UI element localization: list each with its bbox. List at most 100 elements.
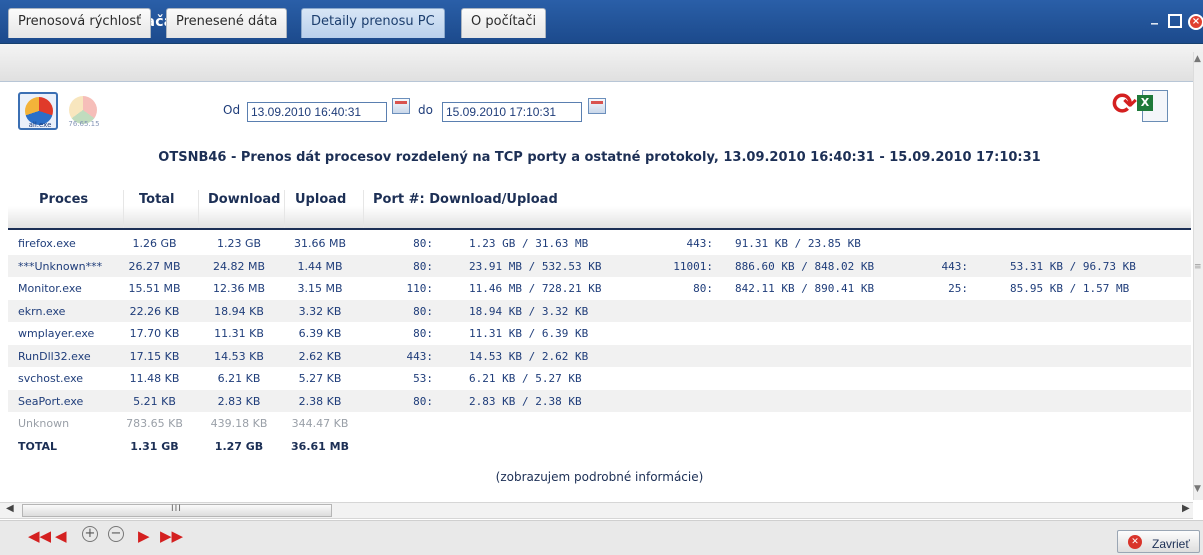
port-number: 25: xyxy=(948,282,968,295)
total-cell: 1.31 GB xyxy=(130,439,179,453)
process-name: wmplayer.exe xyxy=(18,327,95,340)
column-header-upload: Upload xyxy=(295,192,347,207)
upload-cell: 1.44 MB xyxy=(297,259,343,273)
calendar-icon[interactable] xyxy=(392,98,410,114)
report-title: OTSNB46 - Prenos dát procesov rozdelený … xyxy=(158,150,1041,165)
table-row[interactable]: ***Unknown*** 26.27 MB 24.82 MB 1.44 MB 80: 2… xyxy=(8,254,1191,277)
scroll-left-icon[interactable]: ◀ xyxy=(6,503,14,514)
minimize-button[interactable]: _ xyxy=(1151,10,1158,24)
column-header-total: Total xyxy=(139,192,175,207)
port-transfer-value: 886.60 KB / 848.02 KB xyxy=(735,259,875,273)
next-arrow-icon[interactable]: ▶ xyxy=(138,526,150,546)
port-transfer-value: 842.11 KB / 890.41 KB xyxy=(735,282,875,295)
table-row[interactable]: Monitor.exe 15.51 MB 12.36 MB 3.15 MB 110: 11… xyxy=(8,277,1191,299)
download-cell: 24.82 MB xyxy=(212,259,266,273)
upload-cell: 31.66 MB xyxy=(293,237,347,250)
status-note: (zobrazujem podrobné informácie) xyxy=(495,470,704,484)
maximize-button[interactable] xyxy=(1168,14,1182,28)
port-number: 80: xyxy=(413,327,433,340)
close-icon: ✕ xyxy=(1128,535,1142,549)
close-window-button[interactable]: × xyxy=(1188,14,1203,30)
process-name: RunDll32.exe xyxy=(18,349,91,363)
process-name: firefox.exe xyxy=(18,237,76,250)
prev-arrow-icon[interactable]: ◀ xyxy=(55,526,67,546)
upload-cell: 344.47 KB xyxy=(291,417,349,430)
port-number: 80: xyxy=(413,304,433,318)
scroll-right-icon[interactable]: ▶ xyxy=(1182,503,1190,514)
total-cell: 17.15 KB xyxy=(129,349,180,363)
date-to-input[interactable]: 15.09.2010 17:10:31 xyxy=(442,102,582,122)
scroll-grip-icon: III xyxy=(171,504,182,514)
port-transfer-value: 1.23 GB / 31.63 MB xyxy=(469,237,589,250)
port-transfer-value: 6.21 KB / 5.27 KB xyxy=(469,372,582,385)
tab-pc-transfer-details[interactable]: Detaily prenosu PC xyxy=(301,8,445,38)
download-cell: 12.36 MB xyxy=(212,282,266,295)
port-number: 443: xyxy=(941,259,969,273)
last-arrow-icon[interactable]: ▶▶ xyxy=(160,526,183,546)
download-cell: 1.23 GB xyxy=(216,237,262,250)
port-transfer-value: 2.83 KB / 2.38 KB xyxy=(469,394,582,408)
table-row[interactable]: SeaPort.exe 5.21 KB 2.83 KB 2.38 KB 80: 2.83 … xyxy=(8,389,1191,412)
process-name: svchost.exe xyxy=(18,372,84,385)
process-name: ekrn.exe xyxy=(18,304,66,318)
table-header-band xyxy=(8,206,1191,228)
zoom-in-icon[interactable]: + xyxy=(82,526,98,542)
refresh-icon[interactable]: ⟳ xyxy=(1112,90,1137,120)
tab-about-computer[interactable]: O počítači xyxy=(461,8,547,38)
scroll-up-icon[interactable]: ▲ xyxy=(1194,54,1201,64)
port-transfer-value: 14.53 KB / 2.62 KB xyxy=(469,349,589,363)
scroll-grip-icon[interactable]: ≡ xyxy=(1194,262,1202,272)
port-number: 443: xyxy=(686,237,714,250)
table-row[interactable]: svchost.exe 11.48 KB 6.21 KB 5.27 KB 53: 6.21… xyxy=(8,367,1191,389)
total-cell: 26.27 MB xyxy=(128,259,181,273)
port-number: 53: xyxy=(413,372,433,385)
table-row[interactable]: firefox.exe 1.26 GB 1.23 GB 31.66 MB 80: 1.23… xyxy=(8,232,1191,254)
date-from-input[interactable]: 13.09.2010 16:40:31 xyxy=(247,102,387,122)
process-chart-all-icon[interactable]: all.exe xyxy=(18,92,58,130)
port-transfer-value: 91.31 KB / 23.85 KB xyxy=(735,237,861,250)
download-cell: 439.18 KB xyxy=(210,417,268,430)
download-cell: 2.83 KB xyxy=(217,394,261,408)
download-cell: 18.94 KB xyxy=(214,304,264,318)
zoom-out-icon[interactable]: − xyxy=(108,526,124,542)
column-divider xyxy=(363,190,364,228)
excel-export-icon[interactable] xyxy=(1137,90,1168,122)
total-cell: 15.51 MB xyxy=(128,282,181,295)
tab-content: all.exe 76.65.15 Od 13.09.2010 16:40:31 … xyxy=(8,82,1191,502)
scroll-down-icon[interactable]: ▼ xyxy=(1194,484,1201,494)
port-number: 80: xyxy=(413,394,433,408)
column-divider xyxy=(284,190,285,228)
table-row[interactable]: ekrn.exe 22.26 KB 18.94 KB 3.32 KB 80: 18.94 … xyxy=(8,299,1191,322)
column-header-ports: Port #: Download/Upload xyxy=(373,192,558,207)
total-cell: 1.26 GB xyxy=(132,237,177,250)
upload-cell: 36.61 MB xyxy=(291,439,349,453)
tab-bar xyxy=(0,44,1203,82)
header-separator xyxy=(8,228,1191,230)
upload-cell: 5.27 KB xyxy=(298,372,342,385)
first-arrow-icon[interactable]: ◀◀ xyxy=(28,526,51,546)
process-icon-label: 76.65.15 xyxy=(68,120,100,128)
port-transfer-value: 11.46 MB / 728.21 KB xyxy=(469,282,602,295)
upload-cell: 6.39 KB xyxy=(298,327,342,340)
port-transfer-value: 11.31 KB / 6.39 KB xyxy=(469,327,589,340)
vertical-scrollbar[interactable] xyxy=(1193,52,1203,500)
close-button-label: Zavrieť xyxy=(1152,537,1190,551)
calendar-icon[interactable] xyxy=(588,98,606,114)
process-name: Unknown xyxy=(18,417,70,430)
column-divider xyxy=(198,190,199,228)
process-icon-label: all.exe xyxy=(28,121,52,129)
total-cell: 17.70 KB xyxy=(129,327,180,340)
column-divider xyxy=(123,190,124,228)
download-cell: 6.21 KB xyxy=(217,372,261,385)
port-number: 110: xyxy=(406,282,434,295)
tab-transferred-data[interactable]: Prenesené dáta xyxy=(166,8,288,38)
process-chart-ip-icon[interactable]: 76.65.15 xyxy=(63,92,103,130)
table-row[interactable]: RunDll32.exe 17.15 KB 14.53 KB 2.62 KB 443: 1… xyxy=(8,344,1191,367)
total-cell: 783.65 KB xyxy=(126,417,183,430)
upload-cell: 3.32 KB xyxy=(298,304,342,318)
upload-cell: 3.15 MB xyxy=(297,282,343,295)
date-to-label: do xyxy=(418,103,433,117)
table-row[interactable]: wmplayer.exe 17.70 KB 11.31 KB 6.39 KB 80: 11… xyxy=(8,322,1191,344)
tab-transfer-speed[interactable]: Prenosová rýchlosť xyxy=(8,8,152,38)
port-number: 80: xyxy=(413,237,433,250)
